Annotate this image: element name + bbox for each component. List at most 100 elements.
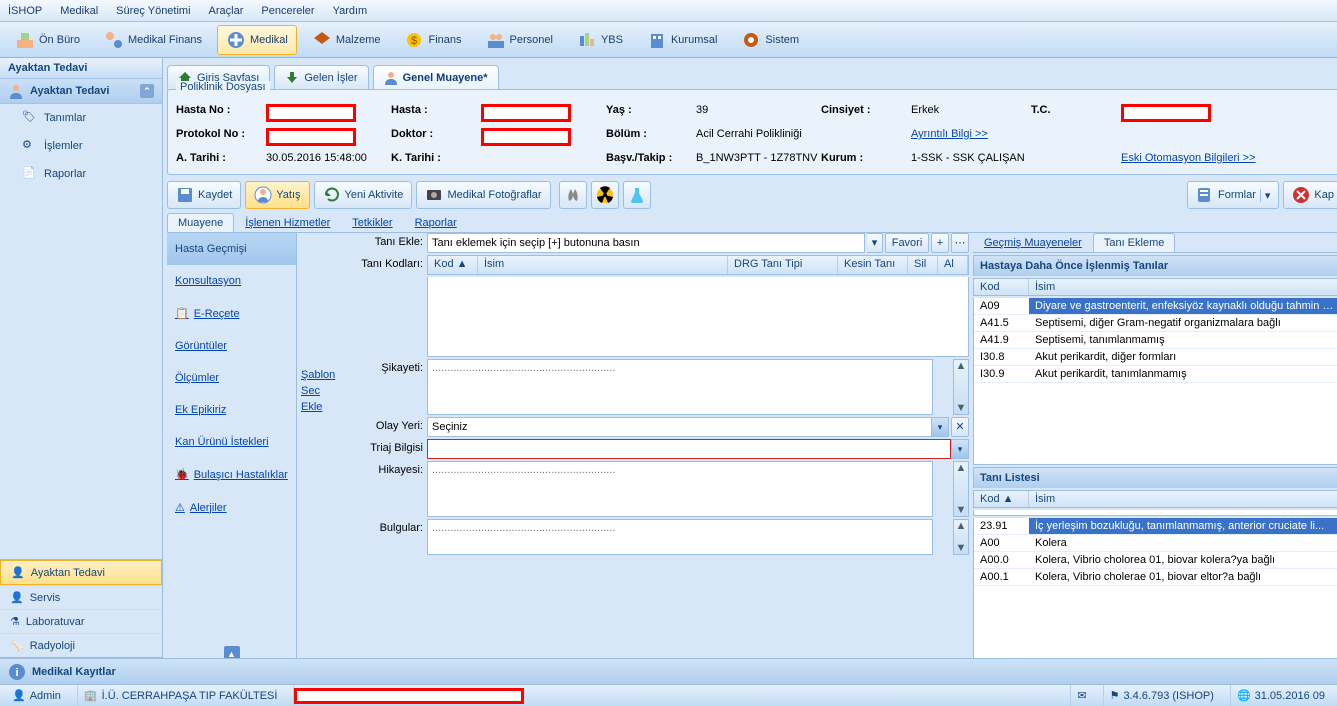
hikayesi-input[interactable]: ........................................…	[427, 461, 933, 517]
nav-tanımlar[interactable]: 🏷Tanımlar	[0, 104, 162, 132]
tani-dropdown-icon[interactable]: ▾	[867, 233, 883, 253]
tani-ekle-input[interactable]	[427, 233, 865, 253]
diag-kod: A00	[974, 535, 1029, 551]
medikal-kayitlar-bar[interactable]: i Medikal Kayıtlar	[0, 658, 1337, 684]
grid-col-Kesin Tanı[interactable]: Kesin Tanı	[838, 256, 908, 274]
col-isim[interactable]: İsim	[1029, 279, 1337, 295]
toolbar-malzeme[interactable]: Malzeme	[303, 25, 390, 55]
rtab-Tanı-Ekleme[interactable]: Tanı Ekleme	[1093, 233, 1176, 252]
leftbottom-flask[interactable]: ⚗Laboratuvar	[0, 609, 162, 633]
grid-col-İsim[interactable]: İsim	[478, 256, 728, 274]
menu-medikal[interactable]: Medikal	[60, 5, 98, 17]
left-panel-subtitle[interactable]: Ayaktan Tedavi ⌃	[0, 79, 162, 104]
kapat-button[interactable]: Kap	[1283, 181, 1337, 209]
sidemenu-bulaşıcı-hastalıklar[interactable]: 🐞Bulaşıcı Hastalıklar	[167, 458, 296, 491]
scroll-indicator-3[interactable]: ▲▼	[953, 519, 969, 555]
olay-dd-icon[interactable]: ▾	[931, 417, 949, 437]
subtab-Raporlar[interactable]: Raporlar	[404, 213, 468, 232]
formlar-button[interactable]: Formlar ▾	[1187, 181, 1279, 209]
info-link[interactable]: Eski Otomasyon Bilgileri >>	[1121, 152, 1256, 164]
tani-grid-body[interactable]	[427, 277, 969, 357]
toolbar-onburo[interactable]: Ön Büro	[6, 25, 89, 55]
menu-pencereler[interactable]: Pencereler	[261, 5, 314, 17]
sidemenu-e-reçete[interactable]: 📋E-Reçete	[167, 297, 296, 330]
diag-row[interactable]: A00.1Kolera, Vibrio cholerae 01, biovar …	[974, 569, 1337, 586]
diag-row[interactable]: 23.91İç yerleşim bozukluğu, tanımlanmamı…	[974, 518, 1337, 535]
toolbar-medikal[interactable]: Medikal	[217, 25, 297, 55]
sablon-sec[interactable]: Sec	[301, 385, 341, 397]
menu-ishop[interactable]: İSHOP	[8, 5, 42, 17]
toolbar-finans[interactable]: $Finans	[395, 25, 470, 55]
col-isim-2[interactable]: İsim	[1029, 491, 1337, 507]
sidemenu-ek-epikiriz[interactable]: Ek Epikiriz	[167, 394, 296, 426]
round-flask2[interactable]	[623, 181, 651, 209]
menu-araclar[interactable]: Araçlar	[209, 5, 244, 17]
rtab-Geçmiş-Muayeneler[interactable]: Geçmiş Muayeneler	[973, 233, 1093, 252]
nav-i̇şlemler[interactable]: ⚙İşlemler	[0, 132, 162, 160]
leftbottom-person2[interactable]: 👤Servis	[0, 585, 162, 609]
grid-col-DRG Tanı Tipi[interactable]: DRG Tanı Tipi	[728, 256, 838, 274]
add-tani-button[interactable]: +	[931, 233, 949, 253]
sidemenu-görüntüler[interactable]: Görüntüler	[167, 330, 296, 362]
diag-row[interactable]: A09Diyare ve gastroenterit, enfeksiyöz k…	[974, 298, 1337, 315]
sablon-link[interactable]: Şablon	[301, 369, 341, 381]
grid-col-Kod[interactable]: Kod ▲	[428, 256, 478, 274]
menu-yardim[interactable]: Yardım	[333, 5, 368, 17]
status-org[interactable]: 🏢 İ.Ü. CERRAHPAŞA TIP FAKÜLTESİ	[77, 685, 284, 706]
sidemenu-alerjiler[interactable]: ⚠Alerjiler	[167, 491, 296, 524]
sidemenu-konsultasyon[interactable]: Konsultasyon	[167, 265, 296, 297]
olay-clear-button[interactable]: ✕	[951, 417, 969, 437]
bulgular-input[interactable]: ........................................…	[427, 519, 933, 555]
nav-raporlar[interactable]: 📄Raporlar	[0, 160, 162, 188]
action-photo[interactable]: Medikal Fotoğraflar	[416, 181, 550, 209]
diag-row[interactable]: I30.9Akut perikardit, tanımlanmamış	[974, 366, 1337, 383]
grid-col-Al[interactable]: Al	[938, 256, 968, 274]
info-link[interactable]: Ayrıntılı Bilgi >>	[911, 128, 988, 146]
favori-button[interactable]: Favori	[885, 233, 929, 253]
toolbar-kurumsal[interactable]: Kurumsal	[638, 25, 726, 55]
diag-row[interactable]: A00Kolera	[974, 535, 1337, 552]
diag-row[interactable]: A41.5Septisemi, diğer Gram-negatif organ…	[974, 315, 1337, 332]
toolbar-sistem[interactable]: Sistem	[732, 25, 808, 55]
action-save[interactable]: Kaydet	[167, 181, 241, 209]
col-kod-2[interactable]: Kod ▲	[974, 491, 1029, 507]
prev-diag-grid[interactable]: A09Diyare ve gastroenterit, enfeksiyöz k…	[973, 298, 1337, 465]
menu-surec[interactable]: Süreç Yönetimi	[116, 5, 190, 17]
scroll-indicator-2[interactable]: ▲▼	[953, 461, 969, 517]
subtab-Muayene[interactable]: Muayene	[167, 213, 234, 232]
col-kod[interactable]: Kod	[974, 279, 1029, 295]
maintab-person[interactable]: Genel Muayene*	[373, 65, 499, 90]
diag-row[interactable]: A00.0Kolera, Vibrio cholorea 01, biovar …	[974, 552, 1337, 569]
flask2-icon	[628, 186, 646, 204]
olay-yeri-select[interactable]	[427, 417, 931, 437]
round-lungs[interactable]	[559, 181, 587, 209]
toolbar-personel[interactable]: Personel	[477, 25, 562, 55]
sikayeti-input[interactable]: ........................................…	[427, 359, 933, 415]
status-mail[interactable]: ✉	[1070, 685, 1092, 706]
action-info[interactable]: Yatış	[245, 181, 309, 209]
triaj-select[interactable]	[427, 439, 951, 459]
round-radiation[interactable]	[591, 181, 619, 209]
action-refresh[interactable]: Yeni Aktivite	[314, 181, 413, 209]
triaj-dd-icon[interactable]: ▾	[951, 439, 969, 459]
sidemenu-ölçümler[interactable]: Ölçümler	[167, 362, 296, 394]
subtab-İşlenen Hizmetler[interactable]: İşlenen Hizmetler	[234, 213, 341, 232]
toolbar-ybs[interactable]: YBS	[568, 25, 632, 55]
grid-col-Sil[interactable]: Sil	[908, 256, 938, 274]
more-tani-button[interactable]: ⋯	[951, 233, 969, 253]
sidemenu-kan-ürünü-i̇stekleri[interactable]: Kan Ürünü İstekleri	[167, 426, 296, 458]
leftbottom-xray[interactable]: 🦴Radyoloji	[0, 633, 162, 657]
scroll-indicator[interactable]: ▲▼	[953, 359, 969, 415]
collapse-icon[interactable]: ⌃	[140, 84, 154, 98]
dropdown-icon[interactable]: ▾	[1260, 189, 1271, 202]
leftbottom-person[interactable]: 👤Ayaktan Tedavi	[0, 560, 162, 585]
diag-row[interactable]: A41.9Septisemi, tanımlanmamış	[974, 332, 1337, 349]
toolbar-medfin[interactable]: Medikal Finans	[95, 25, 211, 55]
info-val	[481, 152, 601, 164]
sablon-ekle[interactable]: Ekle	[301, 401, 341, 413]
subtab-Tetkikler[interactable]: Tetkikler	[341, 213, 403, 232]
maintab-down[interactable]: Gelen İşler	[274, 65, 368, 90]
sidemenu-hasta-geçmişi[interactable]: Hasta Geçmişi	[167, 233, 296, 265]
status-admin[interactable]: 👤 Admin	[6, 685, 67, 706]
diag-row[interactable]: I30.8Akut perikardit, diğer formları	[974, 349, 1337, 366]
